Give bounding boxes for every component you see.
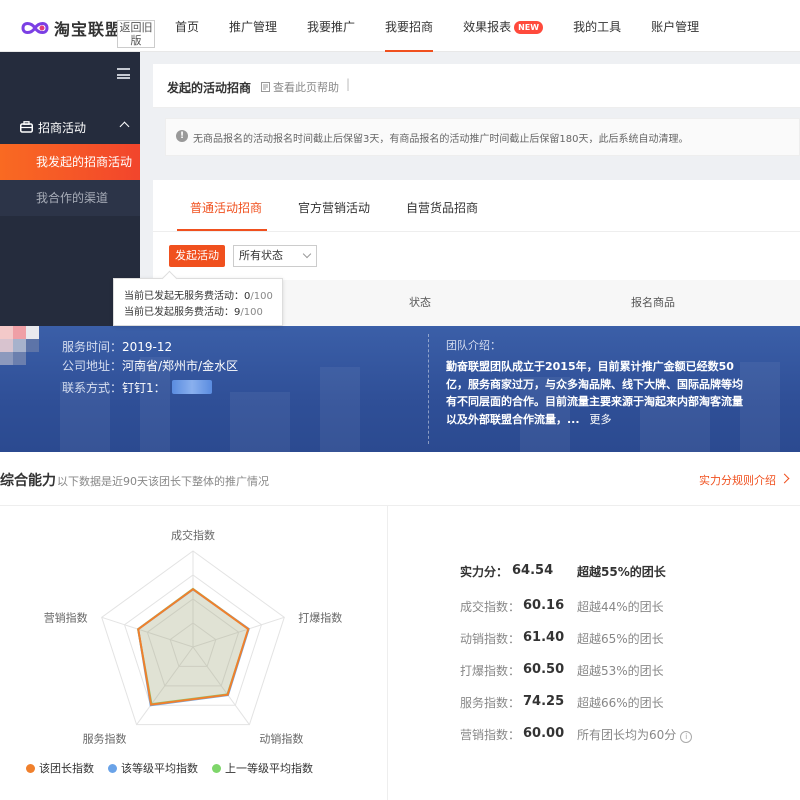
menu-toggle-icon[interactable] bbox=[117, 68, 130, 79]
column-status: 状态 bbox=[409, 296, 431, 309]
ability-subtitle: 以下数据是近90天该团长下整体的推广情况 bbox=[57, 475, 269, 488]
sidebar-group-label: 招商活动 bbox=[38, 120, 87, 135]
top-navigation-bar: 淘宝联盟 返回旧版 首页 推广管理 我要推广 我要招商 效果报表 NEW 我的工具… bbox=[0, 0, 800, 52]
nav-promote[interactable]: 我要推广 bbox=[292, 0, 370, 52]
page-title-bar: 发起的活动招商 查看此页帮助 | bbox=[153, 64, 800, 108]
team-intro: 勤奋联盟团队成立于2015年，目前累计推广金额已经数50亿，服务商家过万，与众多… bbox=[446, 360, 743, 426]
notice-text: 无商品报名的活动报名时间截止后保留3天，有商品报名的活动推广时间截止后保留180… bbox=[193, 134, 689, 145]
notice-bar: ! 无商品报名的活动报名时间截止后保留3天，有商品报名的活动推广时间截止后保留1… bbox=[165, 118, 800, 156]
quota-free-line: 当前已发起无服务费活动：0/100 bbox=[124, 291, 273, 302]
info-icon[interactable]: i bbox=[680, 731, 693, 743]
radar-axis-label: 成交指数 bbox=[171, 528, 215, 542]
new-badge: NEW bbox=[514, 21, 544, 34]
avatar bbox=[0, 326, 40, 374]
sidebar-group-recruit[interactable]: 招商活动 bbox=[0, 110, 140, 144]
divider: | bbox=[346, 77, 351, 91]
active-tab-indicator bbox=[177, 229, 267, 231]
radar-axis-label: 营销指数 bbox=[44, 610, 88, 624]
logo[interactable]: 淘宝联盟 bbox=[20, 16, 122, 40]
document-icon bbox=[261, 82, 270, 92]
main-nav: 首页 推广管理 我要推广 我要招商 效果报表 NEW 我的工具 账户管理 bbox=[160, 0, 714, 52]
contact-info: 联系方式：钉钉1： bbox=[62, 379, 212, 396]
radar-series-area bbox=[137, 588, 250, 706]
quota-paid-line: 当前已发起服务费活动：9/100 bbox=[124, 307, 263, 318]
ability-section: 综合能力 以下数据是近90天该团长下整体的推广情况 实力分规则介绍 成交指数打爆… bbox=[0, 452, 800, 800]
team-intro-label: 团队介绍： bbox=[446, 339, 501, 352]
radar-axis-label: 打爆指数 bbox=[298, 610, 342, 624]
logo-infinity-icon bbox=[21, 22, 49, 34]
sidebar-item-my-campaigns[interactable]: 我发起的招商活动 bbox=[0, 144, 140, 180]
chevron-down-icon bbox=[302, 249, 312, 259]
chevron-right-icon bbox=[779, 473, 790, 484]
column-products: 报名商品 bbox=[631, 296, 675, 309]
back-to-old-version-button[interactable]: 返回旧版 bbox=[117, 20, 155, 48]
legend-dot bbox=[26, 763, 35, 773]
status-filter-select[interactable]: 所有状态 bbox=[233, 245, 317, 267]
nav-home[interactable]: 首页 bbox=[160, 0, 214, 52]
nav-promotion-management[interactable]: 推广管理 bbox=[214, 0, 292, 52]
team-info-banner: 服务时间：2019-12 公司地址：河南省/郑州市/金水区 联系方式：钉钉1： … bbox=[0, 326, 800, 452]
briefcase-icon bbox=[20, 121, 33, 133]
radar-legend: 该团长指数 该等级平均指数 上一等级平均指数 bbox=[26, 760, 313, 776]
legend-dot bbox=[212, 763, 221, 773]
legend-dot bbox=[108, 763, 117, 773]
nav-reports[interactable]: 效果报表 NEW bbox=[448, 0, 558, 52]
radar-axis-label: 服务指数 bbox=[83, 732, 127, 746]
ability-title: 综合能力 bbox=[0, 473, 56, 489]
more-link[interactable]: 更多 bbox=[590, 413, 612, 426]
radar-chart: 成交指数打爆指数动销指数 服务指数 营销指数 bbox=[0, 506, 387, 800]
nav-merchant-recruit[interactable]: 我要招商 bbox=[370, 0, 448, 52]
nav-account[interactable]: 账户管理 bbox=[636, 0, 714, 52]
score-rule-link[interactable]: 实力分规则介绍 bbox=[699, 472, 790, 488]
logo-text: 淘宝联盟 bbox=[54, 20, 123, 39]
radar-axis-label: 动销指数 bbox=[259, 732, 303, 746]
tab-official-marketing[interactable]: 官方营销活动 bbox=[298, 199, 370, 216]
campaign-quota-tooltip: 当前已发起无服务费活动：0/100 当前已发起服务费活动：9/100 bbox=[113, 278, 283, 326]
blurred-contact bbox=[171, 380, 212, 394]
launch-campaign-button[interactable]: 发起活动 bbox=[169, 245, 225, 267]
nav-tools[interactable]: 我的工具 bbox=[558, 0, 636, 52]
company-address: 公司地址：河南省/郑州市/金水区 bbox=[62, 359, 239, 373]
page-title: 发起的活动招商 bbox=[167, 81, 252, 95]
radar-svg: 成交指数打爆指数动销指数 服务指数 营销指数 bbox=[44, 528, 343, 746]
ability-header: 综合能力 以下数据是近90天该团长下整体的推广情况 实力分规则介绍 bbox=[0, 452, 800, 506]
campaign-tabs: 普通活动招商 官方营销活动 自营货品招商 bbox=[153, 180, 800, 232]
tab-normal-recruit[interactable]: 普通活动招商 bbox=[190, 199, 262, 216]
info-icon: ! bbox=[176, 130, 188, 142]
legend-item[interactable]: 该等级平均指数 bbox=[108, 760, 198, 776]
service-time: 服务时间：2019-12 bbox=[62, 340, 173, 354]
sidebar-item-my-channels[interactable]: 我合作的渠道 bbox=[0, 180, 140, 216]
chevron-up-icon bbox=[119, 121, 130, 132]
help-link[interactable]: 查看此页帮助 bbox=[261, 79, 339, 95]
banner-divider bbox=[428, 334, 429, 444]
vertical-divider bbox=[387, 506, 388, 800]
legend-item[interactable]: 上一等级平均指数 bbox=[212, 760, 313, 776]
tab-self-operated-recruit[interactable]: 自营货品招商 bbox=[406, 199, 478, 216]
legend-item[interactable]: 该团长指数 bbox=[26, 760, 94, 776]
